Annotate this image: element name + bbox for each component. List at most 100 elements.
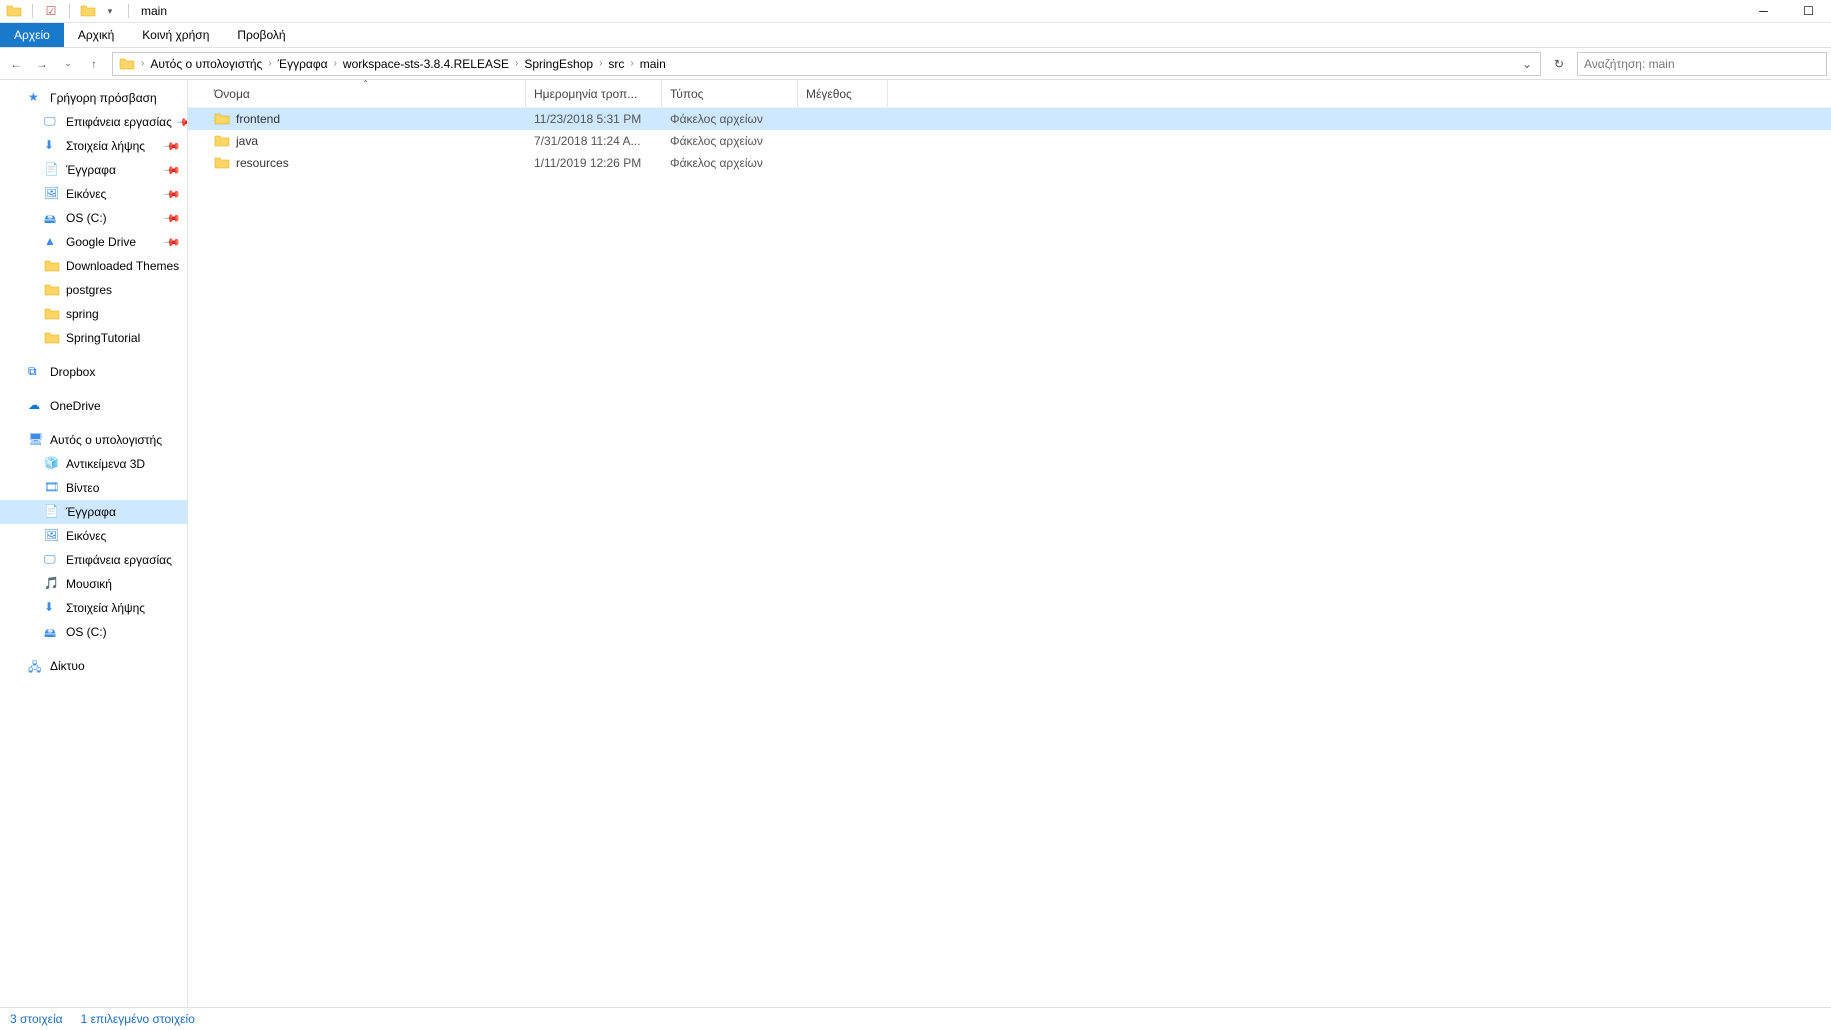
tab-home[interactable]: Αρχική (64, 23, 128, 47)
tab-file[interactable]: Αρχείο (0, 23, 64, 47)
file-row[interactable]: java7/31/2018 11:24 A...Φάκελος αρχείων (188, 130, 1831, 152)
column-header-size[interactable]: Μέγεθος (798, 80, 888, 107)
up-button[interactable]: ↑ (82, 52, 106, 76)
address-bar[interactable]: › Αυτός ο υπολογιστής › Έγγραφα › worksp… (112, 52, 1541, 76)
pin-icon: 📌 (163, 209, 182, 228)
sidebar-quick-item[interactable]: ⬇Στοιχεία λήψης📌 (0, 134, 187, 158)
sidebar-thispc-item[interactable]: 📄 Έγγραφα (0, 500, 187, 524)
sidebar-item-label: Επιφάνεια εργασίας (66, 115, 172, 129)
sidebar-thispc-item[interactable]: 🎞Βίντεο (0, 476, 187, 500)
sidebar-quick-access[interactable]: ★ Γρήγορη πρόσβαση (0, 86, 187, 110)
sidebar-item-label: Εικόνες (66, 187, 106, 201)
sidebar-quick-item[interactable]: Downloaded Themes (0, 254, 187, 278)
sidebar-item-label: postgres (66, 283, 112, 297)
sidebar-quick-item[interactable]: postgres (0, 278, 187, 302)
address-dropdown-icon[interactable]: ⌄ (1516, 57, 1538, 71)
breadcrumb-item[interactable]: SpringEshop (520, 53, 597, 75)
tab-view[interactable]: Προβολή (223, 23, 299, 47)
breadcrumb-item[interactable]: main (636, 53, 670, 75)
folder-icon (44, 306, 60, 322)
sidebar-item-label: OneDrive (50, 399, 101, 413)
column-header-name[interactable]: ⌃ Όνομα (206, 80, 526, 107)
sidebar-item-label: OS (C:) (66, 211, 107, 225)
folder-icon (119, 56, 135, 72)
folder-icon (214, 133, 230, 149)
folder-icon (44, 258, 60, 274)
chevron-right-icon[interactable]: › (597, 58, 604, 69)
sidebar-item-label: Google Drive (66, 235, 136, 249)
file-type: Φάκελος αρχείων (662, 156, 798, 170)
sidebar-item-label: Αυτός ο υπολογιστής (50, 433, 162, 447)
sidebar-item-label: Έγγραφα (66, 505, 116, 519)
documents-icon: 📄 (44, 162, 60, 178)
sidebar-thispc-item[interactable]: 🖼Εικόνες (0, 524, 187, 548)
sidebar-dropbox[interactable]: ⧉ Dropbox (0, 360, 187, 384)
navigation-pane[interactable]: ★ Γρήγορη πρόσβαση 🖵Επιφάνεια εργασίας📌⬇… (0, 80, 188, 1007)
breadcrumb-item[interactable]: src (604, 53, 628, 75)
sidebar-item-label: Έγγραφα (66, 163, 116, 177)
pictures-icon: 🖼 (44, 528, 60, 544)
qat-folder-icon[interactable] (80, 3, 96, 19)
sidebar-thispc-item[interactable]: 🎵Μουσική (0, 572, 187, 596)
sidebar-item-label: Στοιχεία λήψης (66, 139, 145, 153)
breadcrumb-item[interactable]: workspace-sts-3.8.4.RELEASE (339, 53, 513, 75)
sidebar-item-label: Δίκτυο (50, 659, 85, 673)
app-folder-icon (6, 3, 22, 19)
search-input[interactable]: Αναζήτηση: main (1577, 52, 1827, 76)
sidebar-quick-item[interactable]: 🖴OS (C:)📌 (0, 206, 187, 230)
chevron-right-icon[interactable]: › (266, 58, 273, 69)
sidebar-thispc-item[interactable]: 🖴OS (C:) (0, 620, 187, 644)
sidebar-thispc-item[interactable]: ⬇Στοιχεία λήψης (0, 596, 187, 620)
main-area: ★ Γρήγορη πρόσβαση 🖵Επιφάνεια εργασίας📌⬇… (0, 80, 1831, 1007)
sidebar-quick-item[interactable]: ▲Google Drive📌 (0, 230, 187, 254)
file-row[interactable]: resources 1/11/2019 12:26 PMΦάκελος αρχεί… (188, 152, 1831, 174)
chevron-right-icon[interactable]: › (332, 58, 339, 69)
file-list-pane: ⌃ Όνομα Ημερομηνία τροπ... Τύπος Μέγεθος… (188, 80, 1831, 1007)
sidebar-item-label: spring (66, 307, 99, 321)
minimize-button[interactable]: ─ (1741, 0, 1786, 23)
status-bar: 3 στοιχεία 1 επιλεγμένο στοιχείο (0, 1007, 1831, 1030)
search-placeholder: Αναζήτηση: main (1584, 57, 1675, 71)
sidebar-thispc-item[interactable]: 🧊Αντικείμενα 3D (0, 452, 187, 476)
documents-icon: 📄 (44, 504, 60, 520)
chevron-right-icon[interactable]: › (139, 58, 146, 69)
breadcrumb-item[interactable]: Έγγραφα (274, 53, 332, 75)
chevron-right-icon[interactable]: › (513, 58, 520, 69)
gdrive-icon: ▲ (44, 234, 60, 250)
sidebar-quick-item[interactable]: 🖼Εικόνες📌 (0, 182, 187, 206)
tab-share[interactable]: Κοινή χρήση (128, 23, 223, 47)
file-name: resources (236, 156, 289, 170)
breadcrumb-item[interactable]: Αυτός ο υπολογιστής (146, 53, 266, 75)
file-row[interactable]: frontend11/23/2018 5:31 PMΦάκελος αρχείω… (188, 108, 1831, 130)
sidebar-quick-item[interactable]: spring (0, 302, 187, 326)
pin-icon: 📌 (163, 185, 182, 204)
music-icon: 🎵 (44, 576, 60, 592)
sidebar-quick-item[interactable]: 📄Έγγραφα📌 (0, 158, 187, 182)
pin-icon: 📌 (163, 137, 182, 156)
pc-icon: 🖥 (28, 432, 44, 448)
qat-dropdown-icon[interactable]: ▾ (102, 3, 118, 19)
qat-properties-icon[interactable]: ☑ (43, 3, 59, 19)
forward-button[interactable]: → (30, 52, 54, 76)
maximize-button[interactable]: ☐ (1786, 0, 1831, 23)
sidebar-quick-item[interactable]: SpringTutorial (0, 326, 187, 350)
chevron-right-icon[interactable]: › (628, 58, 635, 69)
sidebar-network[interactable]: 🖧 Δίκτυο (0, 654, 187, 678)
file-rows[interactable]: frontend11/23/2018 5:31 PMΦάκελος αρχείω… (188, 108, 1831, 1007)
sidebar-this-pc[interactable]: 🖥 Αυτός ο υπολογιστής (0, 428, 187, 452)
sidebar-onedrive[interactable]: ☁ OneDrive (0, 394, 187, 418)
sidebar-thispc-item[interactable]: 🖵Επιφάνεια εργασίας (0, 548, 187, 572)
folder-icon (214, 155, 230, 171)
sidebar-quick-item[interactable]: 🖵Επιφάνεια εργασίας📌 (0, 110, 187, 134)
recent-dropdown-button[interactable]: ⌄ (56, 52, 80, 76)
folder-icon (44, 330, 60, 346)
file-date: 1/11/2019 12:26 PM (526, 156, 662, 170)
refresh-button[interactable]: ↻ (1547, 52, 1571, 76)
folder-icon (214, 111, 230, 127)
sidebar-item-label: Dropbox (50, 365, 95, 379)
downloads-icon: ⬇ (44, 600, 60, 616)
column-header-type[interactable]: Τύπος (662, 80, 798, 107)
status-item-count: 3 στοιχεία (10, 1012, 63, 1026)
back-button[interactable]: ← (4, 52, 28, 76)
column-header-date[interactable]: Ημερομηνία τροπ... (526, 80, 662, 107)
